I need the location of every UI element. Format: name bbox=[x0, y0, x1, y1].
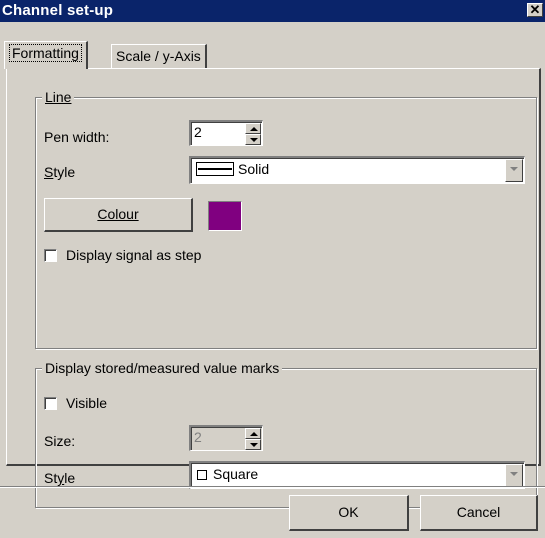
title-bar[interactable]: Channel set-up ✕ bbox=[0, 0, 545, 22]
solid-line-icon bbox=[196, 162, 234, 176]
arrow-down-icon bbox=[250, 443, 258, 447]
line-style-label: Style bbox=[44, 164, 76, 180]
marks-style-dropdown-button[interactable] bbox=[505, 464, 523, 487]
marks-style-label: Style bbox=[44, 470, 76, 486]
arrow-up-icon bbox=[250, 127, 258, 131]
window-title: Channel set-up bbox=[2, 2, 114, 19]
line-style-dropdown[interactable]: Solid bbox=[189, 156, 525, 184]
tab-formatting[interactable]: Formatting bbox=[4, 41, 88, 69]
visible-checkbox-label[interactable]: Visible bbox=[66, 395, 107, 411]
line-style-dropdown-button[interactable] bbox=[505, 159, 523, 182]
channel-setup-dialog: Channel set-up ✕ Formatting Scale / y-Ax… bbox=[0, 0, 545, 538]
formatting-panel: Line Pen width: 2 Style Solid Colour Dis… bbox=[6, 68, 541, 508]
cancel-button-label: Cancel bbox=[456, 504, 501, 520]
line-group-title: Line bbox=[42, 89, 75, 105]
pen-width-spinner[interactable]: 2 bbox=[189, 120, 263, 146]
marks-group-title: Display stored/measured value marks bbox=[42, 360, 283, 376]
tab-formatting-label: Formatting bbox=[9, 44, 82, 62]
close-icon: ✕ bbox=[529, 2, 541, 17]
colour-button-label: Colour bbox=[97, 206, 139, 222]
colour-swatch[interactable] bbox=[208, 201, 242, 231]
line-style-value: Solid bbox=[238, 161, 270, 177]
step-checkbox-label[interactable]: Display signal as step bbox=[66, 247, 201, 263]
size-label: Size: bbox=[44, 433, 76, 449]
pen-width-value[interactable]: 2 bbox=[194, 124, 202, 140]
size-value[interactable]: 2 bbox=[194, 429, 202, 445]
visible-checkbox[interactable] bbox=[44, 397, 57, 410]
ok-button[interactable]: OK bbox=[289, 495, 409, 531]
ok-button-label: OK bbox=[338, 504, 359, 520]
size-spin-buttons bbox=[245, 428, 261, 450]
colour-button[interactable]: Colour bbox=[44, 198, 193, 232]
line-group: Line Pen width: 2 Style Solid Colour Dis… bbox=[35, 89, 537, 349]
size-spin-down-button[interactable] bbox=[245, 439, 261, 450]
pen-width-spin-buttons bbox=[245, 123, 261, 145]
pen-width-label: Pen width: bbox=[44, 129, 110, 145]
footer-separator bbox=[0, 486, 545, 488]
spin-down-button[interactable] bbox=[245, 134, 261, 145]
close-button[interactable]: ✕ bbox=[527, 3, 543, 17]
tab-scale-y-axis-label: Scale / y-Axis bbox=[116, 48, 201, 64]
square-marker-icon bbox=[197, 470, 207, 480]
dropdown-arrow-icon bbox=[510, 167, 518, 171]
size-spin-up-button[interactable] bbox=[245, 428, 261, 439]
tab-scale-y-axis[interactable]: Scale / y-Axis bbox=[111, 44, 207, 68]
marks-style-value: Square bbox=[213, 466, 259, 482]
arrow-up-icon bbox=[250, 432, 258, 436]
marks-style-dropdown[interactable]: Square bbox=[189, 461, 525, 489]
size-spinner[interactable]: 2 bbox=[189, 425, 263, 451]
dropdown-arrow-icon bbox=[510, 472, 518, 476]
arrow-down-icon bbox=[250, 138, 258, 142]
spin-up-button[interactable] bbox=[245, 123, 261, 134]
step-checkbox[interactable] bbox=[44, 249, 57, 262]
cancel-button[interactable]: Cancel bbox=[420, 495, 538, 531]
